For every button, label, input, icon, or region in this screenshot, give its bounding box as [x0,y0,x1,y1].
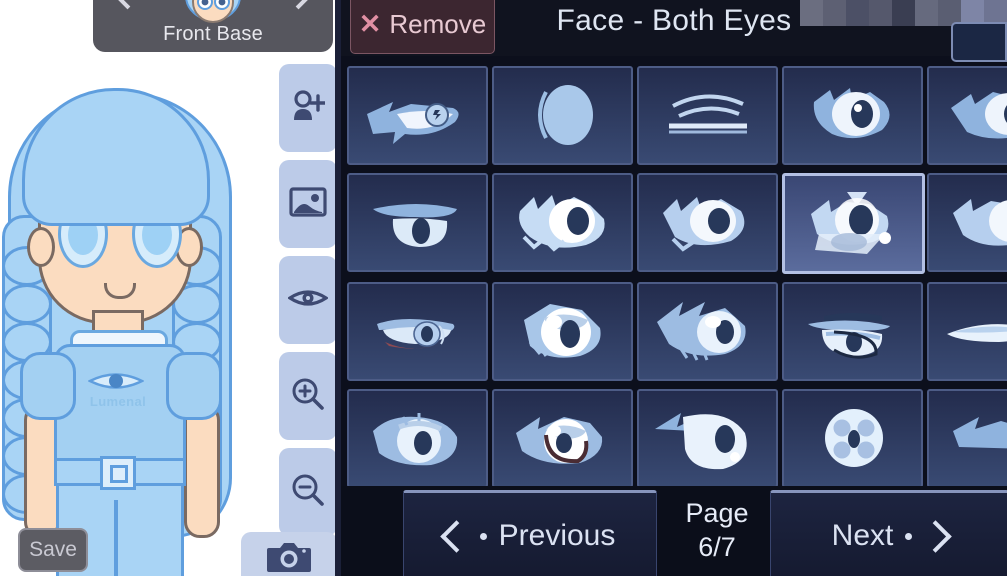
character-tool-rail [279,64,337,536]
eye-asset-tall-glossy[interactable] [637,389,778,488]
add-character-button[interactable] [279,64,337,152]
chevron-left-icon [112,0,143,10]
eye-asset-jagged-large[interactable] [492,173,633,272]
eye-asset-angular-selected[interactable] [782,173,925,274]
eye-asset-swept-lash[interactable] [637,282,778,381]
base-selector[interactable]: Front Base [93,0,333,52]
corner-panel[interactable] [951,22,1007,62]
x-icon: ✕ [358,8,382,39]
eye-asset-slim-crescent[interactable] [927,282,1007,381]
eye-asset-spiky-round[interactable] [782,66,923,165]
eye-asset-wing-partial[interactable] [927,389,1007,488]
eye-asset-narrow-liner[interactable] [347,282,488,381]
editor-header: Face - Both Eyes ✕ Remove [341,0,1007,62]
eye-asset-half-lid[interactable] [782,282,923,381]
eye-asset-lined-oval[interactable] [347,389,488,488]
shirt-brand-text: Lumenal [89,394,147,409]
eye-asset-plain-oval[interactable] [492,66,633,165]
base-selector-label: Front Base [163,23,263,45]
eye-icon [287,286,329,315]
character-belt-buckle [100,456,136,490]
eye-asset-spiky-wide[interactable] [927,66,1007,165]
zoom-in-button[interactable] [279,352,337,440]
chevron-right-icon [283,0,314,10]
base-prev-button[interactable] [112,0,149,10]
camera-button[interactable] [241,532,337,576]
chevron-left-icon [439,519,473,553]
eye-asset-closed-lines[interactable] [637,66,778,165]
zoom-out-button[interactable] [279,448,337,536]
save-button[interactable]: Save [18,528,88,572]
eye-asset-flat-lid[interactable] [347,173,488,272]
zoom-out-icon [291,473,325,512]
character-sleeve-right [166,352,222,420]
page-value: 6/7 [698,532,736,562]
character-arm-right [184,404,220,538]
asset-picker-panel: Face - Both Eyes ✕ Remove Previous Page … [341,0,1007,576]
shirt-eye-icon [87,368,145,394]
image-icon [289,186,327,222]
eye-asset-sharp-lash[interactable] [347,66,488,165]
nav-dot-icon [479,532,487,540]
eye-asset-curved-smile[interactable] [492,389,633,488]
next-page-button[interactable]: Next [770,490,1007,576]
character-head-icon [183,0,243,24]
eye-asset-jagged-soft[interactable] [637,173,778,272]
eye-asset-grid [347,66,1007,488]
page-indicator: Page 6/7 [671,496,763,564]
character-preview-panel: Lumenal Front Base Save [0,0,341,576]
camera-icon [267,539,311,576]
character-canvas[interactable]: Lumenal Front Base Save [0,0,341,576]
next-label: Next [831,519,894,552]
page-word: Page [685,498,749,528]
remove-button[interactable]: ✕ Remove [350,0,495,54]
background-button[interactable] [279,160,337,248]
gacha-character-editor: Lumenal Front Base Save Face - Both Eyes… [0,0,1007,576]
nav-dot-icon [905,532,913,540]
person-plus-icon [291,89,327,127]
zoom-in-icon [291,377,325,416]
character-sleeve-left [20,352,76,420]
eye-asset-four-dot-circle[interactable] [782,389,923,488]
visibility-button[interactable] [279,256,337,344]
pagination-bar: Previous Page 6/7 Next [341,486,1007,576]
eye-asset-round-bright[interactable] [492,282,633,381]
eye-asset-angular-right[interactable] [927,173,1007,272]
previous-label: Previous [498,519,616,552]
base-next-button[interactable] [277,0,314,10]
character-leg-seam [114,500,118,576]
chevron-right-icon [919,519,953,553]
remove-button-label: Remove [389,8,487,39]
previous-page-button[interactable]: Previous [403,490,657,576]
